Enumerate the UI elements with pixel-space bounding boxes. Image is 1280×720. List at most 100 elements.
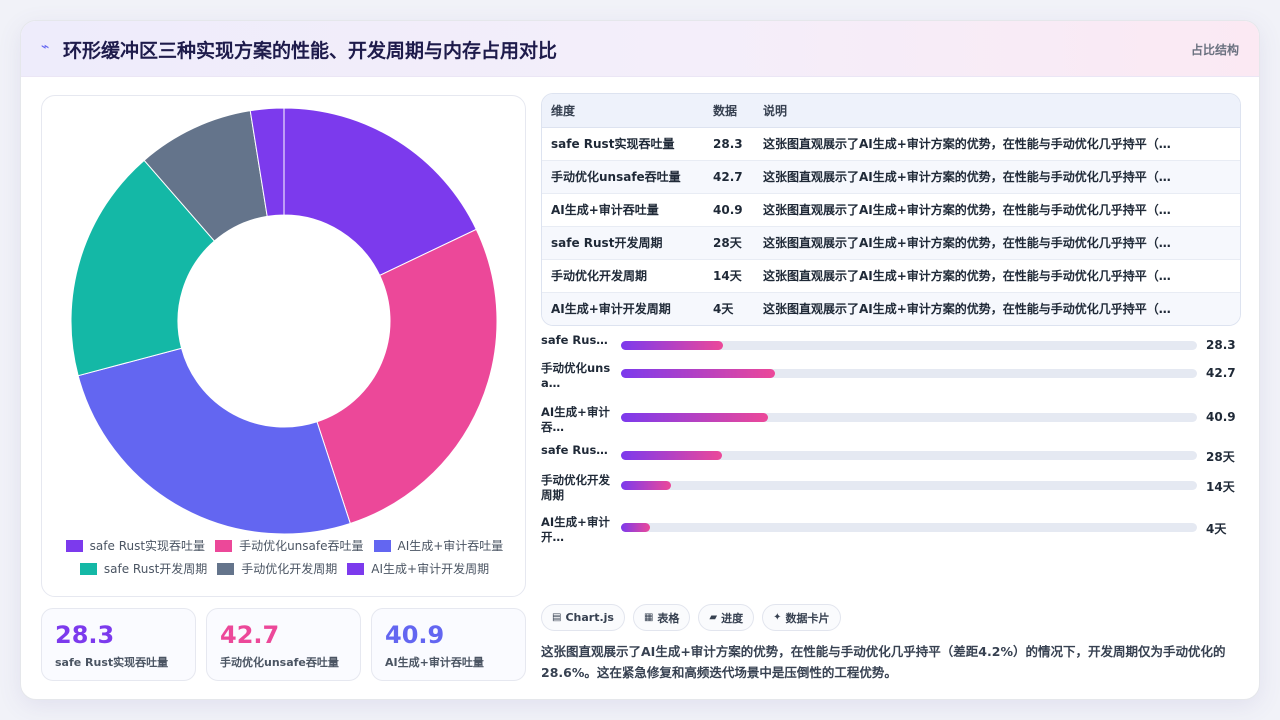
- sparkle-icon: ⌁: [41, 39, 50, 55]
- legend-item[interactable]: safe Rust实现吞吐量: [65, 537, 206, 554]
- chip-chartjs[interactable]: ▤ Chart.js: [541, 604, 625, 631]
- legend-item[interactable]: AI生成+审计吞吐量: [373, 537, 504, 554]
- kpi-card: 42.7 手动优化unsafe吞吐量: [206, 608, 361, 681]
- bar-fill: [621, 451, 722, 460]
- bar-track: [621, 413, 1197, 422]
- chart-legend: safe Rust实现吞吐量 手动优化unsafe吞吐量 AI生成+审计吞吐量 saf…: [52, 537, 517, 577]
- bar-value: 28天: [1206, 450, 1235, 464]
- table-cell-note: 这张图直观展示了AI生成+审计方案的优势，在性能与手动优化几乎持平（…: [754, 127, 1240, 161]
- bar-value: 28.3: [1206, 338, 1236, 352]
- progress-bar-list: safe Rus… 28.3 手动优化unsa… 42.7 AI生成+审计吞… 40.9 s…: [541, 333, 1241, 553]
- legend-item[interactable]: 手动优化开发周期: [217, 560, 337, 577]
- legend-swatch: [347, 562, 365, 575]
- table-cell-dimension: AI生成+审计吞吐量: [542, 193, 704, 227]
- legend-label: safe Rust开发周期: [103, 562, 208, 576]
- legend-swatch: [65, 539, 83, 552]
- view-mode-label[interactable]: 占比结构: [1191, 41, 1239, 58]
- progress-icon: ▰: [709, 612, 718, 623]
- chip-label: 进度: [721, 611, 744, 625]
- bar-track: [621, 341, 1197, 350]
- view-chips: ▤ Chart.js ▦ 表格 ▰ 进度 ✦ 数据卡片: [541, 604, 841, 631]
- legend-item[interactable]: safe Rust开发周期: [79, 560, 208, 577]
- table-cell-note: 这张图直观展示了AI生成+审计方案的优势，在性能与手动优化几乎持平（…: [754, 193, 1240, 227]
- table-cell-dimension: safe Rust实现吞吐量: [542, 127, 704, 161]
- table-cell-value: 40.9: [704, 193, 754, 227]
- table-row: 手动优化开发周期 14天 这张图直观展示了AI生成+审计方案的优势，在性能与手动…: [542, 259, 1240, 293]
- legend-swatch: [215, 539, 233, 552]
- bar-fill: [621, 341, 723, 350]
- header: ⌁ 环形缓冲区三种实现方案的性能、开发周期与内存占用对比 占比结构: [21, 21, 1259, 77]
- kpi-card: 28.3 safe Rust实现吞吐量: [41, 608, 196, 681]
- doughnut-chart: [70, 107, 498, 535]
- chip-label: Chart.js: [565, 611, 614, 624]
- table-icon: ▦: [643, 612, 654, 623]
- chip-data-cards[interactable]: ✦ 数据卡片: [762, 604, 841, 631]
- legend-item[interactable]: 手动优化unsafe吞吐量: [215, 537, 364, 554]
- legend-label: AI生成+审计吞吐量: [397, 539, 504, 553]
- bar-label: 手动优化unsa…: [541, 361, 611, 390]
- kpi-label: 手动优化unsafe吞吐量: [220, 656, 339, 669]
- pie-slice[interactable]: [316, 228, 498, 525]
- doughnut-chart-panel: safe Rust实现吞吐量 手动优化unsafe吞吐量 AI生成+审计吞吐量 saf…: [41, 95, 526, 597]
- legend-item[interactable]: AI生成+审计开发周期: [347, 560, 489, 577]
- kpi-label: AI生成+审计吞吐量: [385, 656, 484, 669]
- bar-fill: [621, 413, 768, 422]
- table-cell-dimension: 手动优化unsafe吞吐量: [542, 160, 704, 194]
- chip-table[interactable]: ▦ 表格: [632, 604, 691, 631]
- bar-fill: [621, 369, 775, 378]
- bar-value: 4天: [1206, 522, 1227, 536]
- pie-slice[interactable]: [77, 347, 351, 535]
- legend-label: safe Rust实现吞吐量: [89, 539, 206, 553]
- bar-value: 42.7: [1206, 366, 1236, 380]
- table-header-note: 说明: [754, 94, 1240, 128]
- legend-swatch: [79, 562, 97, 575]
- sparkle-icon: ✦: [773, 612, 782, 623]
- table-cell-note: 这张图直观展示了AI生成+审计方案的优势，在性能与手动优化几乎持平（…: [754, 226, 1240, 260]
- kpi-cards: 28.3 safe Rust实现吞吐量 42.7 手动优化unsafe吞吐量 4…: [41, 608, 526, 681]
- table-cell-value: 28.3: [704, 127, 754, 161]
- data-table-panel: 维度 数据 说明 safe Rust实现吞吐量 28.3 这张图直观展示了AI生…: [541, 93, 1241, 326]
- data-table: 维度 数据 说明 safe Rust实现吞吐量 28.3 这张图直观展示了AI生…: [542, 94, 1240, 325]
- table-cell-value: 28天: [704, 226, 754, 260]
- kpi-value: 40.9: [385, 621, 445, 649]
- bar-label: AI生成+审计吞…: [541, 405, 610, 434]
- table-header-row: 维度 数据 说明: [542, 94, 1240, 128]
- bar-label: safe Rus…: [541, 333, 608, 347]
- chart-icon: ▤: [552, 612, 562, 623]
- chip-label: 表格: [657, 611, 680, 625]
- table-row: AI生成+审计吞吐量 40.9 这张图直观展示了AI生成+审计方案的优势，在性能…: [542, 193, 1240, 227]
- legend-label: 手动优化unsafe吞吐量: [239, 539, 364, 553]
- bar-label: safe Rus…: [541, 443, 608, 457]
- kpi-card: 40.9 AI生成+审计吞吐量: [371, 608, 526, 681]
- table-cell-note: 这张图直观展示了AI生成+审计方案的优势，在性能与手动优化几乎持平（…: [754, 160, 1240, 194]
- kpi-value: 42.7: [220, 621, 280, 649]
- table-cell-dimension: safe Rust开发周期: [542, 226, 704, 260]
- table-row: AI生成+审计开发周期 4天 这张图直观展示了AI生成+审计方案的优势，在性能与…: [542, 292, 1240, 325]
- bar-value: 40.9: [1206, 410, 1236, 424]
- chip-label: 数据卡片: [785, 611, 830, 625]
- bar-track: [621, 523, 1197, 532]
- table-header-value: 数据: [704, 94, 754, 128]
- bar-label: AI生成+审计开…: [541, 515, 610, 544]
- table-row: safe Rust实现吞吐量 28.3 这张图直观展示了AI生成+审计方案的优势…: [542, 127, 1240, 161]
- table-cell-dimension: AI生成+审计开发周期: [542, 292, 704, 325]
- bar-track: [621, 451, 1197, 460]
- table-cell-value: 42.7: [704, 160, 754, 194]
- table-row: 手动优化unsafe吞吐量 42.7 这张图直观展示了AI生成+审计方案的优势，…: [542, 160, 1240, 194]
- summary-text: 这张图直观展示了AI生成+审计方案的优势，在性能与手动优化几乎持平（差距4.2%…: [541, 644, 1226, 680]
- table-cell-note: 这张图直观展示了AI生成+审计方案的优势，在性能与手动优化几乎持平（…: [754, 259, 1240, 293]
- legend-swatch: [217, 562, 235, 575]
- page-title: 环形缓冲区三种实现方案的性能、开发周期与内存占用对比: [63, 40, 558, 62]
- bar-track: [621, 369, 1197, 378]
- table-cell-value: 14天: [704, 259, 754, 293]
- legend-swatch: [373, 539, 391, 552]
- kpi-value: 28.3: [55, 621, 115, 649]
- bar-value: 14天: [1206, 480, 1235, 494]
- bar-fill: [621, 523, 650, 532]
- table-cell-dimension: 手动优化开发周期: [542, 259, 704, 293]
- legend-label: AI生成+审计开发周期: [371, 562, 490, 576]
- chip-progress[interactable]: ▰ 进度: [698, 604, 755, 631]
- table-cell-value: 4天: [704, 292, 754, 325]
- kpi-label: safe Rust实现吞吐量: [55, 656, 169, 669]
- table-row: safe Rust开发周期 28天 这张图直观展示了AI生成+审计方案的优势，在…: [542, 226, 1240, 260]
